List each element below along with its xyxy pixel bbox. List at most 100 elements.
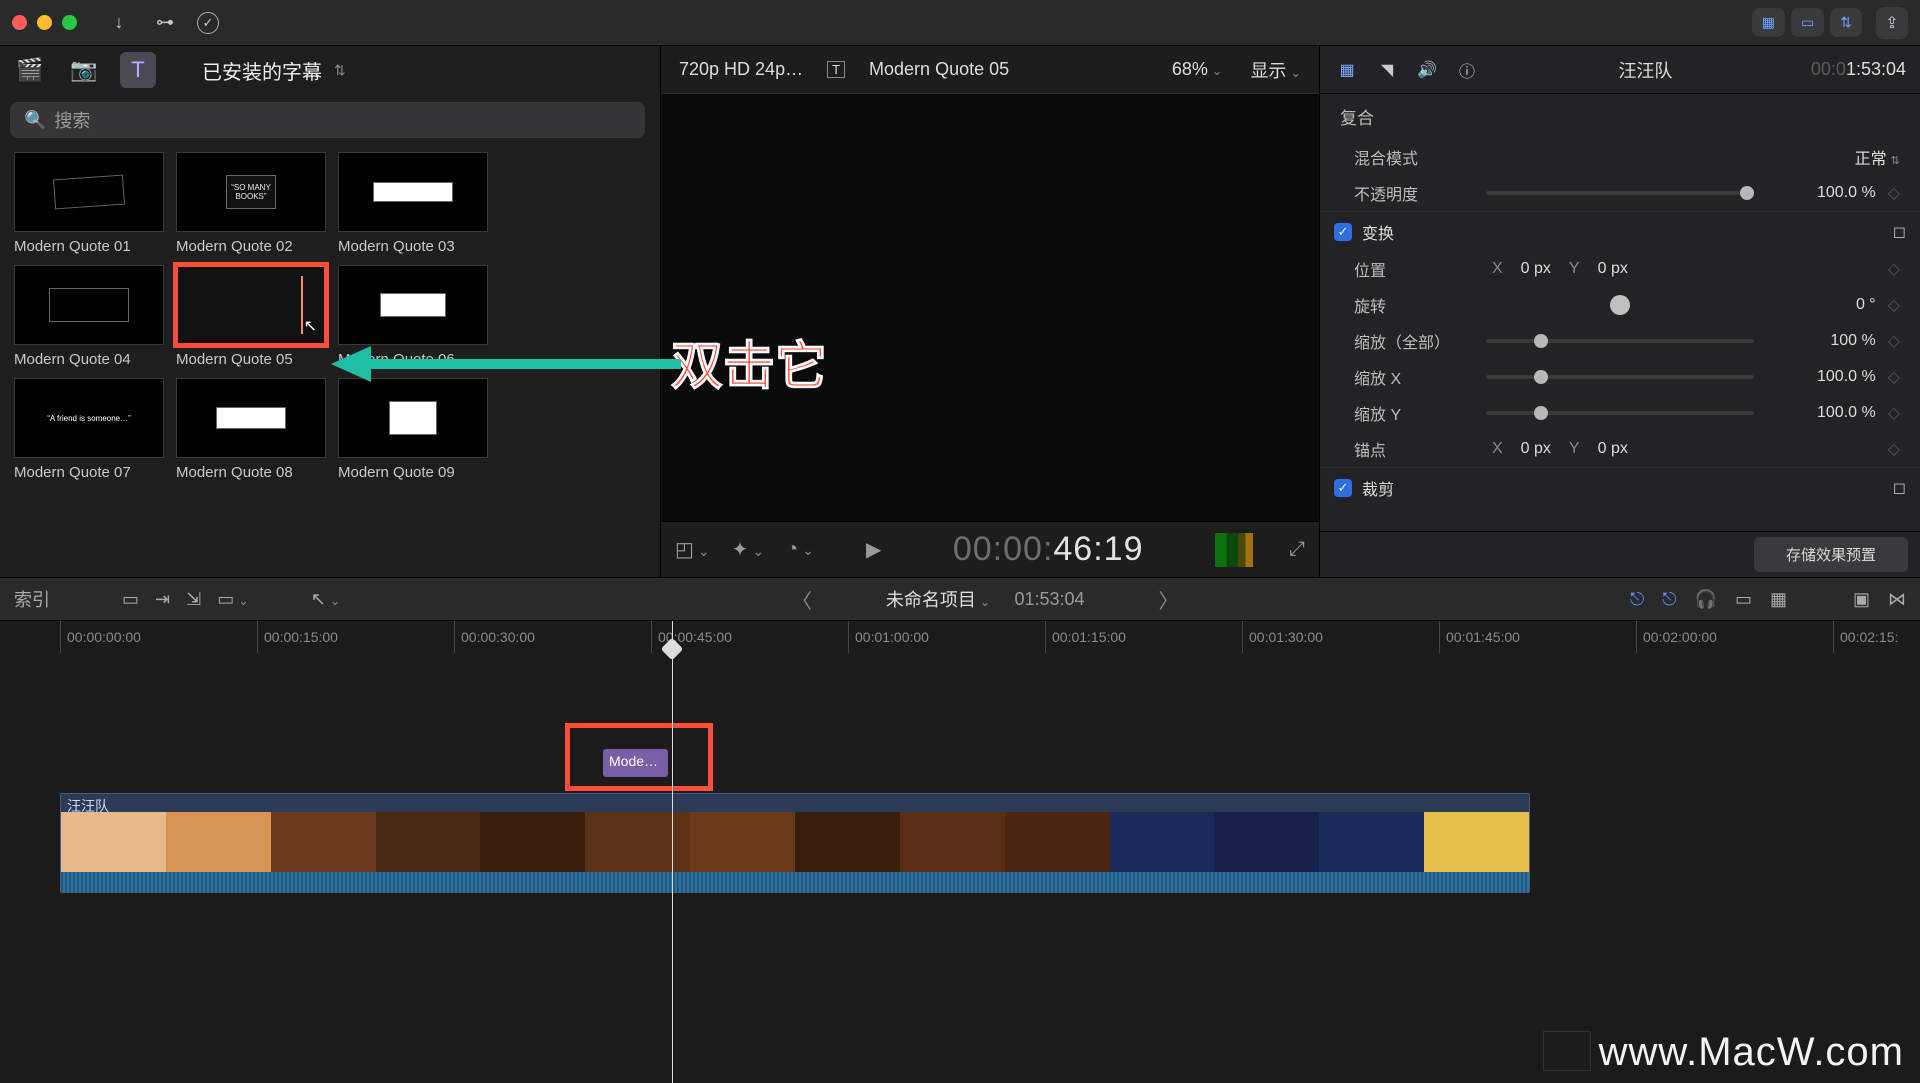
- position-y-value[interactable]: 0 px: [1598, 260, 1628, 278]
- timeline-index-button[interactable]: 索引: [14, 586, 50, 612]
- transform-enable-checkbox[interactable]: ✓: [1334, 223, 1352, 241]
- opacity-value[interactable]: 100.0 %: [1766, 184, 1876, 202]
- append-clip-icon[interactable]: ⇲: [186, 589, 201, 610]
- crop-section-header[interactable]: ✓ 裁剪 ◻: [1320, 467, 1920, 507]
- keyframe-icon[interactable]: ◇: [1888, 439, 1900, 459]
- select-tool-dropdown[interactable]: ↖⌄: [311, 589, 341, 610]
- blend-mode-dropdown[interactable]: 正常⇅: [1855, 145, 1900, 169]
- import-icon[interactable]: ↓: [105, 9, 133, 37]
- anchor-row: 锚点 X 0 px Y 0 px ◇: [1320, 431, 1920, 467]
- scale-y-value[interactable]: 100.0 %: [1766, 404, 1876, 422]
- insert-clip-icon[interactable]: ⇥: [155, 589, 170, 610]
- keyframe-icon[interactable]: ◇: [1888, 403, 1900, 423]
- rotation-value[interactable]: 0 °: [1766, 296, 1876, 314]
- keyword-icon[interactable]: ⊶: [151, 9, 179, 37]
- timeline-view-icon[interactable]: ▦: [1770, 589, 1787, 610]
- title-thumb[interactable]: “SO MANYBOOKS”Modern Quote 02: [176, 152, 326, 255]
- reset-icon[interactable]: ◻: [1893, 222, 1906, 242]
- search-input[interactable]: 🔍 搜索: [10, 102, 645, 138]
- position-x-value[interactable]: 0 px: [1521, 260, 1551, 278]
- title-thumb[interactable]: Modern Quote 03: [338, 152, 488, 255]
- thumb-label: Modern Quote 01: [14, 238, 164, 255]
- transform-section-header[interactable]: ✓ 变换 ◻: [1320, 211, 1920, 251]
- keyframe-icon[interactable]: ◇: [1888, 331, 1900, 351]
- keyframe-icon[interactable]: ◇: [1888, 183, 1900, 203]
- transform-tool-dropdown[interactable]: ◰⌄: [675, 537, 710, 562]
- keyframe-icon[interactable]: ◇: [1888, 367, 1900, 387]
- transform-label: 变换: [1362, 220, 1394, 244]
- audio-inspector-tab-icon[interactable]: 🔊: [1414, 57, 1440, 83]
- viewer-canvas[interactable]: 双击它: [661, 94, 1319, 521]
- fullscreen-window-button[interactable]: [62, 15, 77, 30]
- timeline-history-fwd[interactable]: 〉: [1109, 585, 1229, 614]
- crop-enable-checkbox[interactable]: ✓: [1334, 479, 1352, 497]
- retime-tool-dropdown[interactable]: ◔⌄: [786, 538, 814, 561]
- minimize-window-button[interactable]: [37, 15, 52, 30]
- overwrite-clip-icon[interactable]: ▭⌄: [217, 589, 249, 610]
- scale-x-slider[interactable]: [1486, 375, 1754, 379]
- save-effect-preset-button[interactable]: 存储效果预置: [1754, 537, 1908, 572]
- title-thumb[interactable]: “A friend is someone…”Modern Quote 07: [14, 378, 164, 481]
- rotation-dial[interactable]: [1610, 295, 1630, 315]
- video-inspector-tab-icon[interactable]: ▦: [1334, 57, 1360, 83]
- play-button[interactable]: ▶: [866, 537, 881, 562]
- primary-storyline-clip[interactable]: 汪汪队: [60, 793, 1530, 893]
- background-tasks-icon[interactable]: ✓: [197, 12, 219, 34]
- inspector: ▦ ◥ 🔊 ⓘ 汪汪队 00:01:53:04 复合 混合模式 正常⇅ 不透明度…: [1320, 46, 1920, 577]
- keyframe-icon[interactable]: ◇: [1888, 259, 1900, 279]
- title-thumb[interactable]: Modern Quote 04: [14, 265, 164, 368]
- fullscreen-icon[interactable]: ⤢: [1289, 538, 1305, 561]
- effects-browser-icon[interactable]: ▣: [1853, 589, 1870, 610]
- photos-tab-icon[interactable]: 📷: [66, 52, 102, 88]
- axis-y: Y: [1569, 260, 1580, 278]
- viewer-zoom-dropdown[interactable]: 68%⌄: [1172, 59, 1223, 80]
- enhance-tool-dropdown[interactable]: ✦⌄: [732, 537, 765, 562]
- anchor-y-value[interactable]: 0 px: [1598, 440, 1628, 458]
- timeline-project-dropdown[interactable]: 未命名项目⌄: [886, 586, 991, 612]
- window-traffic-lights: [12, 15, 77, 30]
- axis-x: X: [1492, 260, 1503, 278]
- scale-x-row: 缩放 X 100.0 % ◇: [1320, 359, 1920, 395]
- timeline-playhead[interactable]: [672, 621, 673, 1083]
- scale-y-slider[interactable]: [1486, 411, 1754, 415]
- timeline-history-back[interactable]: 〈: [742, 585, 862, 614]
- browser-category-dropdown[interactable]: 已安装的字幕 ⇅: [202, 56, 346, 85]
- layout-inspector-button[interactable]: ⇅: [1830, 8, 1862, 37]
- timeline-header: 索引 ▭ ⇥ ⇲ ▭⌄ ↖⌄ 〈 未命名项目⌄ 01:53:04 〉 ⎋ ⎋ 🎧…: [0, 577, 1920, 621]
- timeline-duration: 01:53:04: [1014, 589, 1084, 610]
- transitions-browser-icon[interactable]: ⋈: [1888, 589, 1906, 610]
- titles-tab-icon[interactable]: T: [120, 52, 156, 88]
- viewer-display-dropdown[interactable]: 显示⌄: [1250, 57, 1301, 83]
- scale-all-value[interactable]: 100 %: [1766, 332, 1876, 350]
- anchor-x-value[interactable]: 0 px: [1521, 440, 1551, 458]
- browser-category-label: 已安装的字幕: [202, 56, 322, 85]
- connect-clip-icon[interactable]: ▭: [122, 589, 139, 610]
- color-inspector-tab-icon[interactable]: ◥: [1374, 57, 1400, 83]
- audio-skimming-icon[interactable]: ⎋: [1662, 589, 1676, 610]
- timeline-ruler[interactable]: 00:00:00:00 00:00:15:00 00:00:30:00 00:0…: [0, 621, 1920, 653]
- solo-icon[interactable]: 🎧: [1695, 589, 1717, 610]
- scale-all-slider[interactable]: [1486, 339, 1754, 343]
- connected-title-clip[interactable]: Mode…: [603, 749, 668, 777]
- timeline[interactable]: 00:00:00:00 00:00:15:00 00:00:30:00 00:0…: [0, 621, 1920, 1083]
- snapping-icon[interactable]: ▭: [1735, 589, 1752, 610]
- layout-browser-button[interactable]: ▦: [1752, 8, 1785, 37]
- opacity-slider[interactable]: [1486, 191, 1754, 195]
- ruler-tick: 00:00:00:00: [60, 621, 257, 653]
- keyframe-icon[interactable]: ◇: [1888, 295, 1900, 315]
- info-inspector-tab-icon[interactable]: ⓘ: [1454, 57, 1480, 83]
- close-window-button[interactable]: [12, 15, 27, 30]
- layout-timeline-button[interactable]: ▭: [1791, 8, 1824, 37]
- reset-icon[interactable]: ◻: [1893, 478, 1906, 498]
- scale-x-value[interactable]: 100.0 %: [1766, 368, 1876, 386]
- search-icon: 🔍: [24, 110, 46, 131]
- composite-section-header[interactable]: 复合: [1320, 94, 1920, 139]
- viewer-timecode[interactable]: 00:00:46:19: [903, 530, 1193, 569]
- skimming-icon[interactable]: ⎋: [1630, 589, 1644, 610]
- title-thumb[interactable]: Modern Quote 01: [14, 152, 164, 255]
- share-button[interactable]: ⇪: [1876, 7, 1908, 39]
- title-thumb-selected[interactable]: ↖Modern Quote 05: [176, 265, 326, 368]
- library-tab-icon[interactable]: 🎬: [12, 52, 48, 88]
- timeline-tracks[interactable]: Mode… 汪汪队: [0, 653, 1920, 1083]
- title-thumb[interactable]: Modern Quote 08: [176, 378, 326, 481]
